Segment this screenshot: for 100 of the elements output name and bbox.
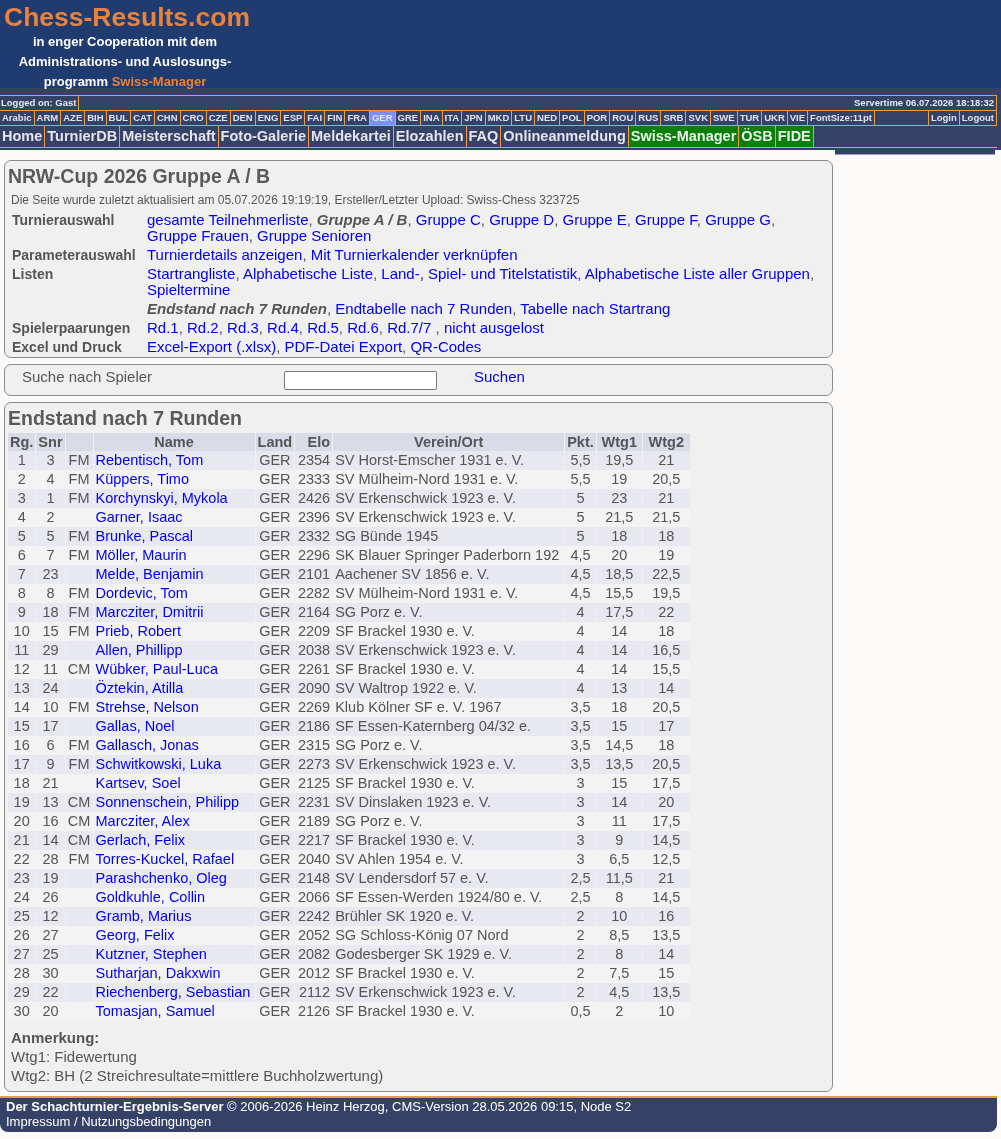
account-link[interactable]: Login	[927, 111, 959, 125]
footer-link[interactable]: Nutzungsbedingungen	[81, 1114, 212, 1129]
language-link[interactable]: RUS	[636, 111, 662, 125]
footer-link[interactable]: Impressum	[6, 1114, 71, 1129]
page-link[interactable]: Gruppe C	[415, 211, 481, 228]
page-link[interactable]: Rd.6	[347, 319, 379, 336]
player-link[interactable]: Allen, Phillipp	[95, 642, 183, 658]
page-link[interactable]: Rd.3	[227, 319, 259, 336]
page-link[interactable]: nicht ausgelost	[443, 319, 544, 336]
player-link[interactable]: Marcziter, Alex	[95, 813, 190, 829]
language-link[interactable]: BUL	[106, 111, 132, 125]
player-link[interactable]: Kartsev, Soel	[95, 775, 181, 791]
language-link[interactable]: ENG	[255, 111, 282, 125]
page-link[interactable]: Mit Turnierkalender verknüpfen	[310, 246, 518, 263]
page-link[interactable]: Spieltermine	[147, 281, 231, 298]
player-link[interactable]: Georg, Felix	[95, 927, 175, 943]
language-link[interactable]: UKR	[762, 111, 788, 125]
page-link[interactable]: Gruppe Frauen	[147, 227, 249, 244]
menu-link[interactable]: Foto-Galerie	[218, 126, 309, 147]
player-link[interactable]: Gerlach, Felix	[95, 832, 185, 848]
player-link[interactable]: Kutzner, Stephen	[95, 946, 207, 962]
player-link[interactable]: Prieb, Robert	[95, 623, 181, 639]
language-link[interactable]: POR	[584, 111, 611, 125]
language-link[interactable]: FIN	[325, 111, 346, 125]
font-size-link[interactable]: FontSize:11pt	[808, 111, 875, 125]
player-link[interactable]: Riechenberg, Sebastian	[95, 984, 251, 1000]
language-link[interactable]: GRE	[395, 111, 422, 125]
search-link[interactable]: Suchen	[474, 365, 525, 386]
language-link[interactable]: BIH	[85, 111, 107, 125]
menu-link[interactable]: Onlineanmeldung	[501, 126, 629, 147]
page-link[interactable]: Rd.5	[307, 319, 339, 336]
player-link[interactable]: Brunke, Pascal	[95, 528, 194, 544]
language-link[interactable]: SWE	[711, 111, 738, 125]
page-link[interactable]: Endtabelle nach 7 Runden	[335, 300, 513, 317]
menu-link[interactable]: Elozahlen	[393, 126, 467, 147]
language-link[interactable]: DEN	[230, 111, 256, 125]
player-link[interactable]: Tomasjan, Samuel	[95, 1003, 215, 1019]
menu-link[interactable]: FIDE	[775, 126, 814, 147]
page-link[interactable]: Rd.1	[147, 319, 179, 336]
menu-link[interactable]: ÖSB	[739, 126, 776, 147]
language-link[interactable]: INA	[421, 111, 443, 125]
player-link[interactable]: Öztekin, Atilla	[95, 680, 184, 696]
menu-link[interactable]: Home	[0, 126, 46, 147]
player-link[interactable]: Goldkuhle, Collin	[95, 889, 206, 905]
player-link[interactable]: Rebentisch, Tom	[95, 452, 204, 468]
page-link[interactable]: Rd.4	[267, 319, 299, 336]
player-link[interactable]: Wübker, Paul-Luca	[95, 661, 219, 677]
page-link[interactable]: Gruppe E	[562, 211, 627, 228]
page-link[interactable]: Gruppe Senioren	[257, 227, 372, 244]
player-link[interactable]: Küppers, Timo	[95, 471, 190, 487]
player-link[interactable]: Sonnenschein, Philipp	[95, 794, 240, 810]
language-link[interactable]: JPN	[462, 111, 486, 125]
language-link[interactable]: ITA	[442, 111, 463, 125]
player-link[interactable]: Gallas, Noel	[95, 718, 175, 734]
language-link[interactable]: NED	[535, 111, 561, 125]
page-link[interactable]: Rd.2	[187, 319, 219, 336]
page-link[interactable]: Alphabetische Liste	[242, 265, 373, 282]
player-link[interactable]: Möller, Maurin	[95, 547, 187, 563]
player-link[interactable]: Gramb, Marius	[95, 908, 192, 924]
player-link[interactable]: Gallasch, Jonas	[95, 737, 199, 753]
language-link[interactable]: SRB	[661, 111, 687, 125]
menu-link[interactable]: TurnierDB	[45, 126, 121, 147]
language-link[interactable]: POL	[560, 111, 585, 125]
language-link[interactable]: ROU	[610, 111, 637, 125]
player-link[interactable]: Korchynskyi, Mykola	[95, 490, 228, 506]
language-link[interactable]: CHN	[154, 111, 181, 125]
player-link[interactable]: Sutharjan, Dakxwin	[95, 965, 221, 981]
player-link[interactable]: Garner, Isaac	[95, 509, 183, 525]
menu-link[interactable]: FAQ	[466, 126, 502, 147]
page-link[interactable]: gesamte Teilnehmerliste	[147, 211, 309, 228]
player-link[interactable]: Dordevic, Tom	[95, 585, 188, 601]
page-link[interactable]: Rd.7/7	[387, 319, 432, 336]
page-link[interactable]: Turnierdetails anzeigen	[147, 246, 303, 263]
language-link[interactable]: CRO	[180, 111, 207, 125]
account-link[interactable]: Logout	[958, 111, 996, 125]
language-link[interactable]: CZE	[206, 111, 231, 125]
page-link[interactable]: Gruppe D	[489, 211, 555, 228]
language-link[interactable]: SVK	[686, 111, 711, 125]
player-link[interactable]: Torres-Kuckel, Rafael	[95, 851, 235, 867]
menu-link[interactable]: Meisterschaft	[120, 126, 219, 147]
language-link[interactable]: AZE	[61, 111, 86, 125]
language-link[interactable]: LTU	[512, 111, 536, 125]
menu-link[interactable]: Swiss-Manager	[628, 126, 740, 147]
language-link[interactable]: TUR	[737, 111, 763, 125]
player-link[interactable]: Melde, Benjamin	[95, 566, 204, 582]
language-link[interactable]: MKD	[485, 111, 513, 125]
language-link[interactable]: FRA	[345, 111, 370, 125]
language-link[interactable]: Arabic	[0, 111, 35, 125]
player-link[interactable]: Parashchenko, Oleg	[95, 870, 227, 886]
language-link[interactable]: ESP	[281, 111, 306, 125]
page-link[interactable]: QR-Codes	[410, 338, 482, 355]
page-link[interactable]: Alphabetische Liste aller Gruppen	[584, 265, 810, 282]
page-link[interactable]: Tabelle nach Startrang	[520, 300, 671, 317]
page-link[interactable]: Gruppe G	[705, 211, 771, 228]
player-link[interactable]: Schwitkowski, Luka	[95, 756, 222, 772]
page-link[interactable]: Startrangliste	[147, 265, 236, 282]
player-link[interactable]: Marcziter, Dmitrii	[95, 604, 204, 620]
language-link[interactable]: FAI	[305, 111, 326, 125]
language-link[interactable]: CAT	[131, 111, 155, 125]
player-link[interactable]: Strehse, Nelson	[95, 699, 199, 715]
